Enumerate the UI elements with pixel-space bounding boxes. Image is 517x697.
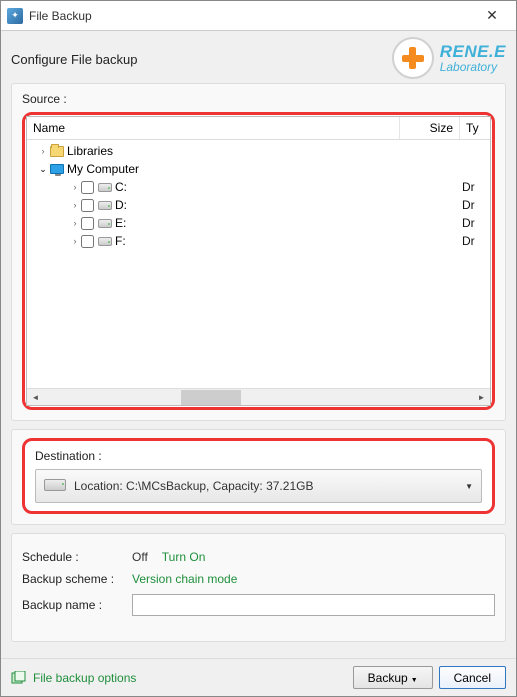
tree-item-type: Dr (462, 198, 490, 212)
chevron-right-icon[interactable]: › (69, 218, 81, 228)
chevron-down-icon[interactable]: ⌄ (37, 164, 49, 175)
scheme-value-link[interactable]: Version chain mode (132, 572, 237, 586)
tree-checkbox[interactable] (81, 217, 94, 230)
destination-panel: Destination : Location: C:\MCsBackup, Ca… (11, 429, 506, 525)
schedule-status: Off (132, 550, 148, 564)
tree-row[interactable]: › D:Dr (27, 196, 490, 214)
folder-icon (49, 144, 65, 158)
backup-name-row: Backup name : (22, 594, 495, 616)
tree-item-type: Dr (462, 216, 490, 230)
drive-icon (97, 180, 113, 194)
source-tree[interactable]: Name Size Ty ›Libraries⌄My Computer›C:Dr… (26, 116, 491, 406)
source-panel: Source : Name Size Ty › Libraries ⌄ My Comp… (11, 83, 506, 421)
monitor-icon (49, 162, 65, 176)
close-button[interactable]: ✕ (472, 2, 512, 30)
chevron-right-icon[interactable]: › (69, 200, 81, 210)
source-highlight-box: Name Size Ty ›Libraries⌄My Computer›C:Dr… (22, 112, 495, 410)
schedule-turn-on-link[interactable]: Turn On (162, 550, 206, 564)
content-area: Configure File backup RENE.E Laboratory … (1, 31, 516, 658)
logo-text: RENE.E Laboratory (440, 43, 506, 73)
backup-dropdown-arrow-icon: ▼ (411, 677, 418, 684)
col-name[interactable]: Name (27, 117, 400, 139)
source-label: Source : (22, 92, 495, 106)
tree-item-type: Dr (462, 234, 490, 248)
logo-line1: RENE.E (440, 43, 506, 60)
drive-icon (44, 479, 66, 493)
tree-item-label: C: (115, 180, 462, 194)
tree-item-label: F: (115, 234, 462, 248)
window-title: File Backup (29, 9, 472, 23)
drive-icon (97, 216, 113, 230)
tree-row[interactable]: ⌄ My Computer (27, 160, 490, 178)
destination-highlight-box: Destination : Location: C:\MCsBackup, Ca… (22, 438, 495, 514)
cancel-button[interactable]: Cancel (439, 666, 506, 689)
tree-row[interactable]: › Libraries (27, 142, 490, 160)
header-row: Configure File backup RENE.E Laboratory (11, 37, 506, 79)
scroll-left-button[interactable]: ◄ (27, 390, 44, 405)
scheme-label: Backup scheme : (22, 572, 132, 586)
tree-item-label: Libraries (67, 144, 462, 158)
backup-name-input[interactable] (132, 594, 495, 616)
tree-header[interactable]: Name Size Ty (27, 117, 490, 140)
app-icon: ✦ (7, 8, 23, 24)
options-icon (11, 671, 27, 685)
backup-button-label: Backup (368, 671, 408, 685)
col-size[interactable]: Size (400, 117, 460, 139)
backup-button[interactable]: Backup▼ (353, 666, 433, 689)
col-type[interactable]: Ty (460, 117, 490, 139)
drive-icon (97, 234, 113, 248)
scroll-thumb[interactable] (181, 390, 241, 405)
configure-label: Configure File backup (11, 50, 137, 67)
tree-row[interactable]: › C:Dr (27, 178, 490, 196)
scroll-track[interactable] (44, 390, 473, 405)
tree-row[interactable]: › E:Dr (27, 214, 490, 232)
tree-row[interactable]: › F:Dr (27, 232, 490, 250)
backup-name-label: Backup name : (22, 598, 132, 612)
plus-icon (392, 37, 434, 79)
scheme-row: Backup scheme : Version chain mode (22, 572, 495, 586)
horizontal-scrollbar[interactable]: ◄ ► (27, 388, 490, 405)
scroll-right-button[interactable]: ► (473, 390, 490, 405)
file-backup-options-link[interactable]: File backup options (33, 671, 347, 685)
destination-select[interactable]: Location: C:\MCsBackup, Capacity: 37.21G… (35, 469, 482, 503)
chevron-right-icon[interactable]: › (69, 182, 81, 192)
footer: File backup options Backup▼ Cancel (1, 658, 516, 696)
logo-line2: Laboratory (440, 61, 506, 73)
tree-checkbox[interactable] (81, 181, 94, 194)
tree-item-label: D: (115, 198, 462, 212)
tree-checkbox[interactable] (81, 199, 94, 212)
brand-logo: RENE.E Laboratory (392, 37, 506, 79)
settings-panel: Schedule : Off Turn On Backup scheme : V… (11, 533, 506, 642)
tree-checkbox[interactable] (81, 235, 94, 248)
tree-item-label: E: (115, 216, 462, 230)
schedule-row: Schedule : Off Turn On (22, 550, 495, 564)
tree-body[interactable]: ›Libraries⌄My Computer›C:Dr›D:Dr›E:Dr›F:… (27, 140, 490, 388)
drive-icon (97, 198, 113, 212)
chevron-right-icon[interactable]: › (69, 236, 81, 246)
tree-item-label: My Computer (67, 162, 462, 176)
destination-value: Location: C:\MCsBackup, Capacity: 37.21G… (74, 479, 465, 493)
destination-label: Destination : (35, 449, 482, 463)
titlebar: ✦ File Backup ✕ (1, 1, 516, 31)
tree-item-type: Dr (462, 180, 490, 194)
chevron-right-icon[interactable]: › (37, 146, 49, 156)
schedule-label: Schedule : (22, 550, 132, 564)
chevron-down-icon: ▼ (465, 482, 473, 491)
